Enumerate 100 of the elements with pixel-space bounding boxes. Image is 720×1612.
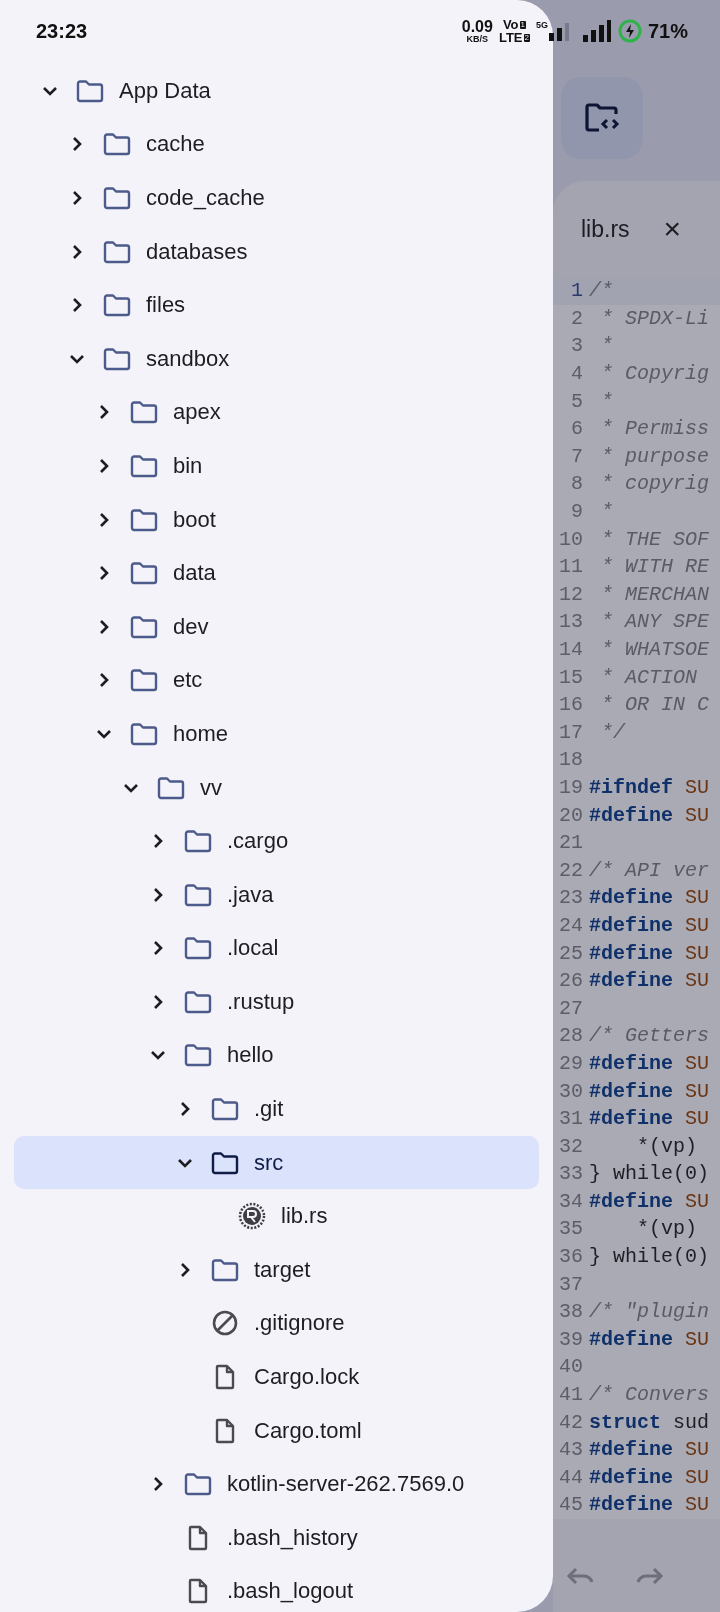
line-number: 26 (558, 969, 583, 993)
chevron-down-icon (177, 1157, 193, 1168)
file-tab[interactable]: lib.rs × (553, 199, 682, 259)
chevron-down-icon (42, 85, 58, 96)
chevron-right-icon (99, 404, 109, 421)
line-number: 36 (558, 1245, 583, 1269)
tree-item-label: src (254, 1149, 284, 1176)
tree-item[interactable]: hello (14, 1028, 539, 1083)
folder-icon (103, 239, 131, 264)
code-line: * copyrig (600, 472, 710, 496)
folder-code-icon[interactable] (561, 77, 643, 159)
tree-item[interactable]: target (14, 1243, 539, 1297)
tree-item-label: kotlin-server-262.7569.0 (227, 1471, 465, 1498)
tree-item[interactable]: .cargo (14, 814, 539, 868)
tree-item-label: lib.rs (281, 1203, 328, 1230)
code-line: * (600, 334, 613, 358)
line-number: 3 (570, 334, 583, 358)
folder-icon (184, 1043, 212, 1068)
folder-icon (103, 293, 131, 318)
code-line: * ANY SPE (600, 610, 710, 634)
tree-item[interactable]: cache (14, 117, 539, 172)
tree-item[interactable]: .git (14, 1082, 539, 1136)
code-line: #define SU (589, 1189, 710, 1213)
code-line: /* API ver (589, 858, 710, 882)
tree-item[interactable]: boot (14, 492, 539, 547)
tree-item[interactable]: code_cache (14, 171, 539, 225)
line-number: 15 (558, 665, 583, 689)
chevron-right-icon (153, 886, 163, 903)
line-number: 45 (558, 1493, 583, 1517)
ban-icon (211, 1309, 239, 1338)
chevron-right-icon (99, 672, 109, 689)
code-line: #define SU (589, 1107, 710, 1131)
tree-item-label: .local (227, 935, 279, 962)
tree-item[interactable]: apex (14, 385, 539, 440)
tree-item-label: target (254, 1256, 311, 1283)
line-number: 44 (558, 1465, 583, 1489)
code-line: * (600, 389, 613, 413)
tree-item[interactable]: files (14, 278, 539, 332)
line-number: 12 (558, 582, 583, 606)
tree-item-label: Cargo.toml (254, 1417, 362, 1444)
tree-item[interactable]: .local (14, 921, 539, 976)
tree-item-label: cache (146, 131, 205, 158)
line-number: 5 (570, 389, 583, 413)
line-number: 18 (558, 748, 583, 772)
line-number: 35 (558, 1217, 583, 1241)
tree-item[interactable]: home (14, 707, 539, 761)
line-number: 34 (558, 1189, 583, 1213)
tree-item[interactable]: data (14, 546, 539, 600)
tree-item[interactable]: databases (14, 224, 539, 279)
chevron-right-icon (72, 297, 82, 314)
chevron-right-icon (99, 565, 109, 582)
tree-item[interactable]: .bash_history (14, 1511, 539, 1565)
code-line: * Copyrig (600, 362, 710, 386)
line-number: 13 (558, 610, 583, 634)
tree-item-label: databases (146, 238, 248, 265)
code-line: #define SU (589, 969, 710, 993)
tree-item[interactable]: Cargo.toml (14, 1403, 539, 1458)
line-number: 30 (558, 1079, 583, 1103)
tree-item[interactable]: bin (14, 439, 539, 493)
code-line: #define SU (589, 886, 710, 910)
line-number: 24 (558, 913, 583, 937)
line-number: 17 (558, 720, 583, 744)
line-number: 1 (570, 279, 583, 303)
tree-item[interactable]: .rustup (14, 975, 539, 1029)
line-number: 38 (558, 1300, 583, 1324)
tree-item-label: data (173, 560, 216, 587)
tree-item[interactable]: lib.rs (14, 1189, 539, 1244)
code-line: #define SU (589, 1079, 710, 1103)
tree-item[interactable]: sandbox (14, 331, 539, 386)
tree-item-label: hello (227, 1042, 274, 1069)
tree-item[interactable]: vv (14, 760, 539, 815)
tree-item[interactable]: Cargo.lock (14, 1350, 539, 1404)
tree-item-label: .java (227, 881, 274, 908)
tree-item-label: .gitignore (254, 1310, 345, 1337)
line-number: 9 (570, 500, 583, 524)
line-number: 25 (558, 941, 583, 965)
lte-label: LTE (498, 31, 523, 44)
tree-item[interactable]: App Data (14, 64, 539, 118)
chevron-right-icon (153, 833, 163, 850)
line-number: 21 (558, 831, 583, 855)
line-number: 22 (558, 858, 583, 882)
tree-item[interactable]: etc (14, 653, 539, 708)
folder-icon (211, 1097, 239, 1122)
folder-icon (130, 507, 158, 532)
tree-item-label: apex (173, 399, 221, 426)
tree-item[interactable]: dev (14, 599, 539, 654)
folder-icon (184, 1472, 212, 1497)
clock-time: 23:23 (36, 19, 88, 43)
line-number: 8 (570, 472, 583, 496)
gear-icon (238, 1202, 266, 1231)
tree-item[interactable]: kotlin-server-262.7569.0 (14, 1457, 539, 1512)
close-button[interactable]: × (663, 214, 682, 244)
chevron-right-icon (99, 511, 109, 528)
tree-item[interactable]: .java (14, 867, 539, 922)
line-number: 39 (558, 1327, 583, 1351)
tree-item[interactable]: .gitignore (14, 1296, 539, 1351)
folder-icon (103, 132, 131, 157)
tree-item[interactable]: src (14, 1135, 539, 1190)
tree-item[interactable]: .bash_logout (14, 1564, 539, 1612)
code-line: * MERCHAN (600, 582, 710, 606)
